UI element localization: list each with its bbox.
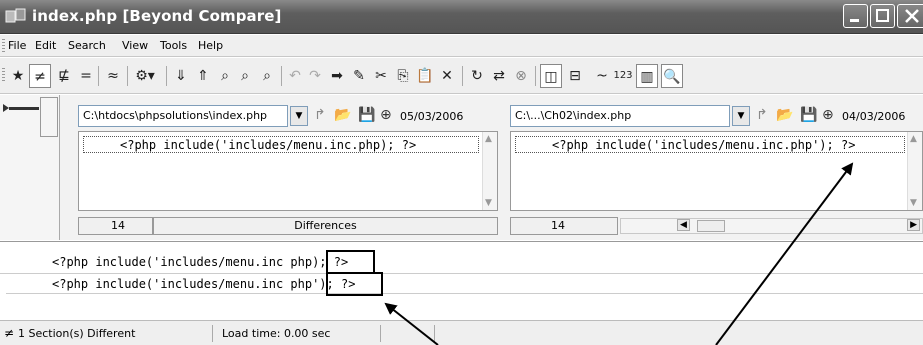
replace-icon[interactable]: ⌕: [258, 64, 276, 88]
right-line-number: 14: [510, 217, 618, 235]
right-horizontal-scrollbar[interactable]: ◀ ▶: [620, 218, 923, 234]
sections-different-status: 1 Section(s) Different: [18, 327, 136, 340]
right-code-line[interactable]: <?php include('includes/menu.inc.php'); …: [515, 136, 905, 153]
right-save-icon[interactable]: 💾: [800, 107, 817, 123]
column-view-icon[interactable]: ▥: [636, 64, 658, 88]
right-open-icon[interactable]: ↱: [756, 107, 768, 123]
show-diff-context-icon[interactable]: ⋢: [55, 64, 73, 88]
menu-help[interactable]: Help: [198, 39, 223, 52]
next-difference-icon[interactable]: ⇓: [172, 64, 190, 88]
edit-icon[interactable]: ✎: [350, 64, 368, 88]
menu-tools[interactable]: Tools: [160, 39, 187, 52]
menu-view[interactable]: View: [122, 39, 148, 52]
tilde-icon[interactable]: ~: [594, 64, 610, 88]
left-line-number: 14: [78, 217, 153, 235]
stop-icon[interactable]: ⊗: [512, 64, 530, 88]
undo-icon[interactable]: ↶: [286, 64, 304, 88]
diff-highlight-left: [326, 250, 375, 274]
rules-icon[interactable]: ⚙▾: [132, 64, 158, 88]
window-title: index.php [Beyond Compare]: [32, 7, 282, 25]
scroll-thumb[interactable]: [697, 220, 725, 232]
left-code-pane[interactable]: <?php include('includes/menu.inc.php); ?…: [78, 131, 498, 211]
copy-icon[interactable]: ⎘: [394, 64, 412, 88]
show-same-icon[interactable]: =: [78, 64, 94, 88]
refresh-icon[interactable]: ↻: [468, 64, 486, 88]
toolbar-grip: [2, 68, 5, 82]
diff-highlight-right: [326, 272, 383, 296]
left-status-label: Differences: [153, 217, 498, 235]
scroll-right-arrow[interactable]: ▶: [907, 219, 920, 231]
file-panels: C:\htdocs\phpsolutions\index.php ▼ ↱ 📂 💾…: [0, 95, 923, 240]
not-equal-icon: ≠: [4, 326, 15, 340]
zoom-icon[interactable]: 🔍: [661, 64, 683, 88]
current-position-marker: [3, 104, 39, 112]
minimize-button[interactable]: [843, 4, 868, 28]
left-file-info-icon[interactable]: ⊕: [380, 107, 392, 123]
left-vertical-scrollbar[interactable]: ▲ ▼: [482, 132, 497, 210]
menu-bar: File Edit Search View Tools Help: [0, 35, 923, 57]
status-bar: ≠ 1 Section(s) Different Load time: 0.00…: [0, 320, 923, 345]
title-bar: index.php [Beyond Compare]: [0, 0, 923, 34]
left-file-date: 05/03/2006: [400, 110, 464, 123]
left-open-icon[interactable]: ↱: [314, 107, 326, 123]
menu-grip: [2, 39, 5, 53]
paste-icon[interactable]: 📋: [416, 64, 434, 88]
left-save-icon[interactable]: 💾: [358, 107, 375, 123]
right-path-input[interactable]: C:\...\Ch02\index.php: [510, 105, 730, 127]
show-differences-icon[interactable]: ≠: [29, 64, 51, 88]
right-vertical-scrollbar[interactable]: ▲ ▼: [907, 132, 922, 210]
left-browse-icon[interactable]: 📂: [334, 107, 351, 123]
thumbnail-viewport[interactable]: [40, 97, 58, 137]
line-diff-pane[interactable]: <?php include('includes/menu.inc php); ?…: [0, 241, 923, 319]
cut-icon[interactable]: ✂: [372, 64, 390, 88]
menu-edit[interactable]: Edit: [35, 39, 56, 52]
close-button[interactable]: [897, 4, 923, 28]
find-next-icon[interactable]: ⌕: [236, 64, 254, 88]
redo-icon[interactable]: ↷: [306, 64, 324, 88]
right-code-pane[interactable]: <?php include('includes/menu.inc.php'); …: [510, 131, 923, 211]
over-under-view-icon[interactable]: ⊟: [565, 64, 585, 88]
right-browse-icon[interactable]: 📂: [776, 107, 793, 123]
find-icon[interactable]: ⌕: [216, 64, 234, 88]
show-all-icon[interactable]: ★: [10, 64, 26, 88]
diff-line-left[interactable]: <?php include('includes/menu.inc php); ?…: [6, 252, 923, 272]
scroll-left-arrow[interactable]: ◀: [677, 219, 690, 231]
delete-icon[interactable]: ✕: [438, 64, 456, 88]
right-file-date: 04/03/2006: [842, 110, 906, 123]
thumbnail-column: [0, 95, 60, 240]
ignore-unimportant-icon[interactable]: ≈: [103, 64, 123, 88]
copy-to-right-icon[interactable]: ➡: [328, 64, 346, 88]
left-path-dropdown[interactable]: ▼: [290, 106, 308, 126]
right-file-info-icon[interactable]: ⊕: [822, 107, 834, 123]
menu-file[interactable]: File: [8, 39, 26, 52]
maximize-button[interactable]: [870, 4, 895, 28]
side-by-side-view-icon[interactable]: ◫: [540, 64, 562, 88]
left-code-line[interactable]: <?php include('includes/menu.inc.php); ?…: [83, 136, 479, 153]
line-numbers-button[interactable]: 123: [612, 64, 634, 88]
swap-sides-icon[interactable]: ⇄: [490, 64, 508, 88]
load-time-status: Load time: 0.00 sec: [222, 327, 331, 340]
prev-difference-icon[interactable]: ⇑: [194, 64, 212, 88]
beyond-compare-app-icon: [5, 8, 26, 23]
right-path-dropdown[interactable]: ▼: [732, 106, 750, 126]
diff-line-right[interactable]: <?php include('includes/menu.inc php'); …: [6, 274, 923, 294]
menu-search[interactable]: Search: [68, 39, 106, 52]
toolbar: ★ ≠ ⋢ = ≈ ⚙▾ ⇓ ⇑ ⌕ ⌕ ⌕ ↶ ↷ ➡ ✎ ✂ ⎘ 📋 ✕ ↻…: [0, 58, 923, 94]
left-path-input[interactable]: C:\htdocs\phpsolutions\index.php: [78, 105, 288, 127]
